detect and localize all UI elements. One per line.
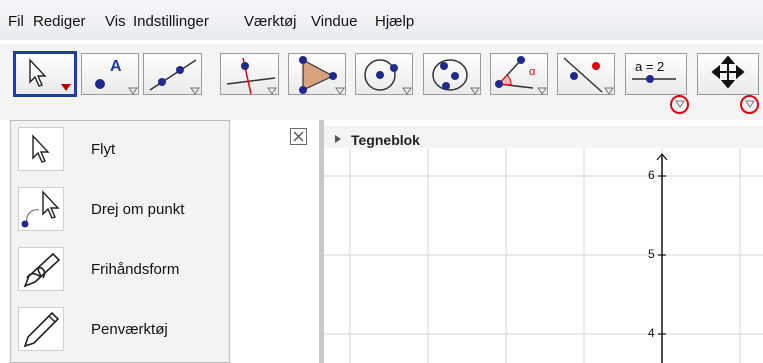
- move-arrows-icon: [711, 55, 745, 89]
- close-icon: [293, 131, 304, 142]
- tool-move-graphics[interactable]: [697, 53, 759, 95]
- tool-point[interactable]: A: [81, 53, 139, 95]
- close-panel-button[interactable]: [290, 128, 307, 145]
- menu-tools[interactable]: Værktøj: [244, 13, 297, 30]
- tool-circle[interactable]: [355, 53, 413, 95]
- circle-center-point-icon: [364, 59, 398, 91]
- popup-item-pen[interactable]: Penværktøj: [11, 301, 229, 359]
- circle-three-points-icon: [432, 59, 468, 91]
- dropdown-triangle-icon[interactable]: [745, 100, 755, 108]
- dropdown-triangle-icon[interactable]: [675, 100, 685, 108]
- tool-line[interactable]: [143, 53, 202, 95]
- popup-item-freehand[interactable]: Frihåndsform: [11, 241, 229, 299]
- collapse-triangle-icon: [335, 135, 341, 143]
- y-tick-label: 4: [648, 326, 655, 340]
- tool-popup-menu: Flyt Drej om punkt Frihåndsform Penværkt…: [10, 120, 230, 363]
- menu-edit[interactable]: Rediger: [33, 13, 86, 30]
- popup-label-rotate: Drej om punkt: [91, 201, 185, 218]
- tool-angle[interactable]: α: [490, 53, 548, 95]
- tool-polygon[interactable]: [288, 53, 346, 95]
- menu-view[interactable]: Vis: [105, 13, 126, 30]
- tool-move[interactable]: [13, 51, 77, 97]
- y-tick-label: 6: [648, 168, 655, 182]
- angle-label: α: [529, 66, 536, 78]
- algebra-view: [230, 120, 320, 363]
- menu-window[interactable]: Vindue: [311, 13, 357, 30]
- popup-label-pen: Penværktøj: [91, 321, 168, 338]
- graphics-canvas[interactable]: [324, 148, 763, 363]
- pen-icon: [18, 307, 64, 351]
- graphics-view-title: Tegneblok: [351, 132, 420, 148]
- y-tick-label: 5: [648, 247, 655, 261]
- line-through-points-icon: [149, 59, 197, 91]
- tool-perpendicular[interactable]: [220, 53, 279, 95]
- popup-item-move[interactable]: Flyt: [11, 121, 229, 179]
- menu-file[interactable]: Fil: [8, 13, 24, 30]
- popup-label-freehand: Frihåndsform: [91, 261, 180, 278]
- popup-label-move: Flyt: [91, 141, 116, 158]
- angle-icon: [495, 56, 534, 89]
- slider-icon: [632, 75, 676, 83]
- arrow-cursor-icon: [18, 127, 64, 171]
- menu-help[interactable]: Hjælp: [375, 13, 414, 30]
- popup-item-rotate[interactable]: Drej om punkt: [11, 181, 229, 239]
- y-axis: [656, 153, 668, 363]
- freehand-shape-icon: [18, 247, 64, 291]
- point-icon: [95, 79, 105, 89]
- slider-label: a = 2: [635, 59, 665, 74]
- arrow-cursor-icon: [29, 58, 47, 87]
- point-label: A: [110, 58, 122, 75]
- polygon-icon: [299, 56, 337, 94]
- dropdown-triangle-icon: [61, 84, 71, 91]
- tool-circle-three-points[interactable]: [423, 53, 481, 95]
- tool-slider[interactable]: a = 2: [625, 53, 687, 95]
- graphics-view-header: Tegneblok: [324, 126, 763, 148]
- grid-lines: [324, 148, 763, 363]
- reflect-about-line-icon: [563, 57, 603, 93]
- menu-bar: Fil Rediger Vis Indstillinger Værktøj Vi…: [0, 0, 763, 40]
- menu-settings[interactable]: Indstillinger: [133, 13, 209, 30]
- tool-reflect[interactable]: [557, 53, 615, 95]
- rotate-around-point-icon: [18, 187, 64, 231]
